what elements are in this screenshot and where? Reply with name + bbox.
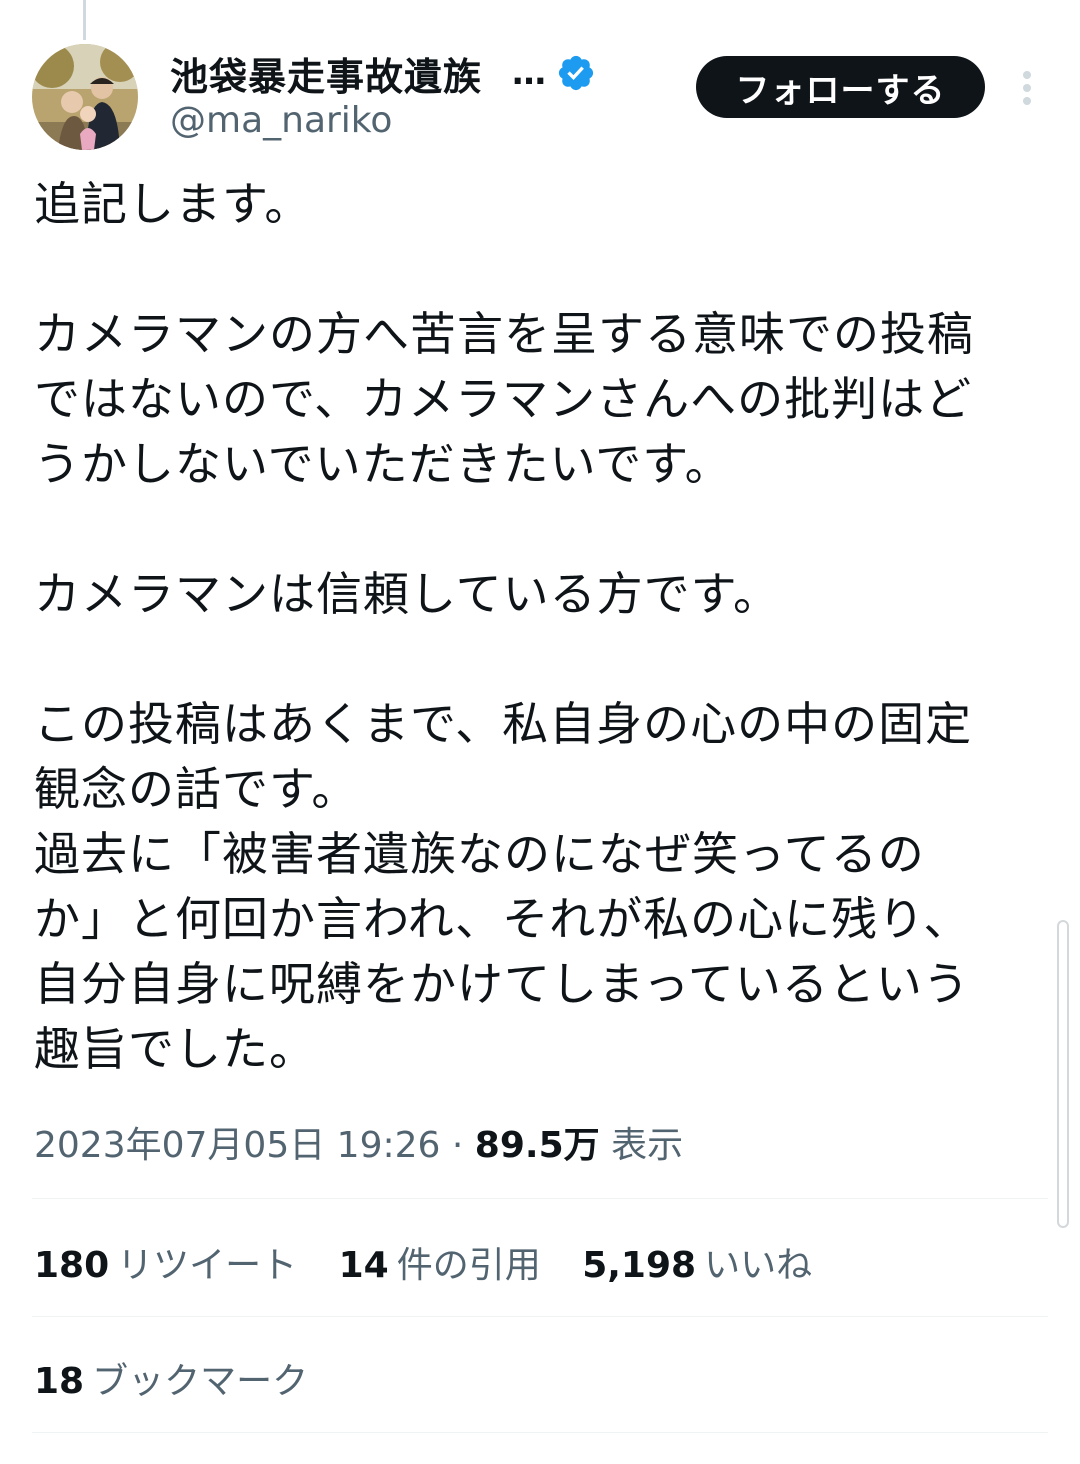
views-count: 89.5万 <box>474 1125 600 1166</box>
avatar[interactable] <box>32 44 138 150</box>
vertical-ellipsis-icon[interactable] <box>1015 70 1039 106</box>
tweet-line: 追記します。 <box>34 177 312 231</box>
likes-label: いいね <box>704 1245 813 1286</box>
verified-badge-icon <box>558 55 594 91</box>
quotes-count: 14 <box>338 1245 389 1286</box>
quotes-label: 件の引用 <box>396 1245 541 1286</box>
display-name[interactable]: 池袋暴走事故遺族 <box>170 46 482 101</box>
divider <box>32 1432 1048 1433</box>
retweets-stat[interactable]: 180 リツイート <box>34 1245 309 1286</box>
family-photo-avatar-icon <box>32 44 138 150</box>
engagement-stats: 180 リツイート 14 件の引用 5,198 いいね <box>34 1236 842 1288</box>
tweet-line: この投稿はあくまで、私自身の心の中の固定 <box>34 697 973 751</box>
tweet-line: 自分自身に呪縛をかけてしまっているという <box>34 957 970 1011</box>
tweet-line: カメラマンの方へ苦言を呈する意味での投稿 <box>34 307 974 361</box>
tweet-line: カメラマンは信頼している方です。 <box>34 567 781 621</box>
retweets-label: リツイート <box>117 1245 298 1286</box>
tweet-meta: 2023年07月05日 19:26 · 89.5万 表示 <box>34 1116 683 1168</box>
tweet-line: 過去に「被害者遺族なのになぜ笑ってるの <box>34 827 925 881</box>
likes-stat[interactable]: 5,198 いいね <box>582 1245 812 1286</box>
retweets-count: 180 <box>34 1245 110 1286</box>
author-handle[interactable]: @ma_nariko <box>170 100 392 141</box>
divider <box>32 1316 1048 1317</box>
scrollbar[interactable] <box>1057 920 1069 1228</box>
bookmarks-label: ブックマーク <box>92 1361 309 1402</box>
bookmarks-stat[interactable]: 18 ブックマーク <box>34 1352 308 1404</box>
quotes-stat[interactable]: 14 件の引用 <box>339 1245 553 1286</box>
follow-button[interactable]: フォローする <box>696 56 985 118</box>
likes-count: 5,198 <box>582 1245 697 1286</box>
tweet-line: うかしないでいただきたいです。 <box>34 437 732 491</box>
tweet-line: 趣旨でした。 <box>34 1022 316 1076</box>
bookmarks-count: 18 <box>34 1361 85 1402</box>
views-label: 表示 <box>611 1125 684 1166</box>
tweet-line: か」と何回か言われ、それが私の心に残り、 <box>34 892 971 946</box>
tweet-line: 観念の話です。 <box>34 762 359 816</box>
divider <box>32 1198 1048 1199</box>
thread-connector-line <box>83 0 86 40</box>
author-name-row[interactable]: 池袋暴走事故遺族 … <box>170 46 596 100</box>
meta-separator: · <box>451 1125 464 1166</box>
name-truncation: … <box>512 53 546 93</box>
tweet-text: 追記します。 カメラマンの方へ苦言を呈する意味での投稿 ではないので、カメラマン… <box>34 172 1044 1082</box>
tweet-timestamp[interactable]: 2023年07月05日 19:26 <box>34 1125 440 1166</box>
tweet-line: ではないので、カメラマンさんへの批判はど <box>34 372 973 426</box>
